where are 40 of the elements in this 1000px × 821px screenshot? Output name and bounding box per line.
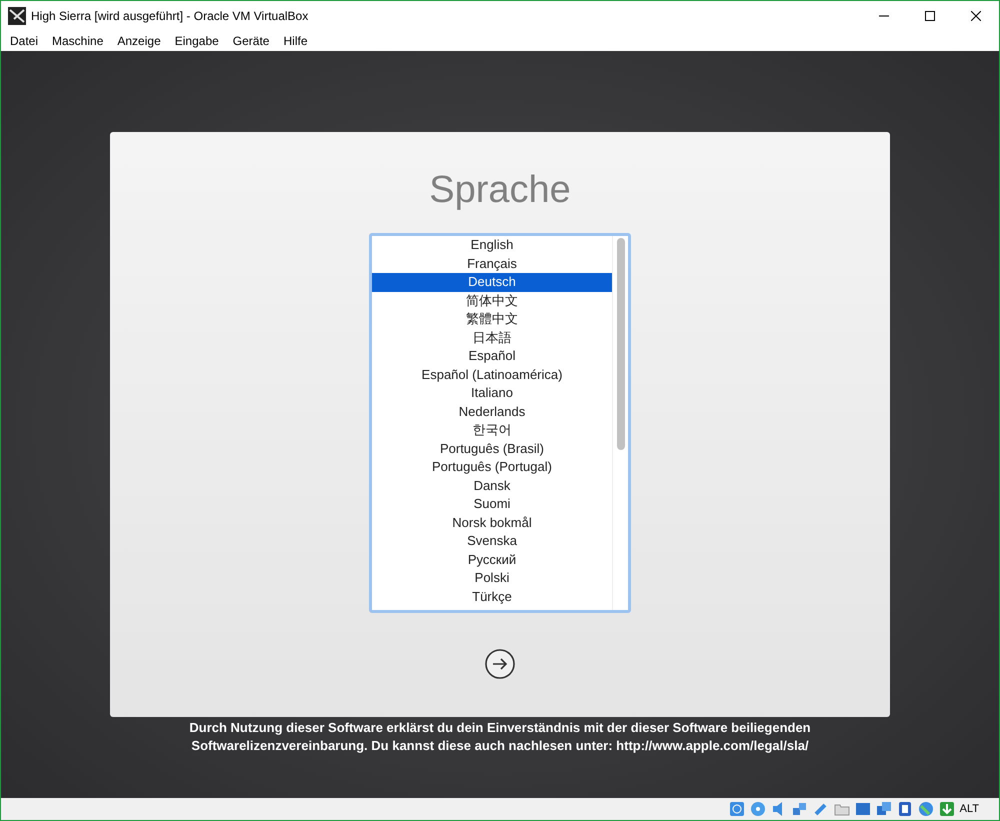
language-option[interactable]: Türkçe	[372, 588, 612, 606]
language-option[interactable]: Dansk	[372, 476, 612, 495]
app-icon	[8, 6, 26, 24]
menu-item[interactable]: Hilfe	[276, 32, 314, 50]
license-notice: Softwarelizenzvereinbarung. Du kannst diese auch nachlesen unter: http://www.apple.com/legal/sla/	[191, 737, 809, 755]
language-option[interactable]: Deutsch	[372, 273, 612, 292]
menu-item[interactable]: Maschine	[45, 32, 110, 50]
language-option[interactable]: 简体中文	[372, 292, 612, 310]
host-key-label: ALT	[960, 802, 979, 817]
language-option[interactable]: Nederlands	[372, 402, 612, 421]
license-notice: Durch Nutzung dieser Software erklärst du dein Einverständnis mit der dieser Software beiliegenden	[189, 719, 811, 737]
language-option[interactable]: 한국어	[372, 421, 612, 440]
menu-item[interactable]: Anzeige	[110, 32, 168, 50]
close-icon	[971, 10, 981, 20]
language-option[interactable]: Русский	[372, 550, 612, 569]
language-option[interactable]: Svenska	[372, 532, 612, 550]
panel-title: Sprache	[429, 168, 571, 212]
window-title: High Sierra [wird ausgeführt] - Oracle VM VirtualBox	[31, 8, 308, 24]
language-option[interactable]: Español (Latinoamérica)	[372, 366, 612, 384]
download-icon[interactable]	[938, 801, 955, 817]
language-list[interactable]: English Français Deutsch 简体中文 繁體中文 日本語 Español Español (Latinoamérica) Italiano Nederlands 한국어 Português (Brasil) Português (Portugal) Dansk Suomi Norsk bokmål Svenska Русский Polski Türkçe	[369, 233, 631, 613]
arrow-right-icon	[484, 648, 516, 680]
language-option[interactable]: Português (Brasil)	[372, 440, 612, 458]
language-option[interactable]: 繁體中文	[372, 310, 612, 328]
scrollbar-thumb[interactable]	[616, 238, 624, 450]
language-option[interactable]: Norsk bokmål	[372, 514, 612, 532]
menu-item[interactable]: Geräte	[226, 32, 276, 50]
language-option[interactable]: Suomi	[372, 495, 612, 514]
optical-disc-icon[interactable]	[750, 801, 766, 817]
continue-button[interactable]	[484, 648, 516, 680]
language-option[interactable]: Français	[372, 254, 612, 273]
menu-item[interactable]: Datei	[3, 32, 46, 50]
language-option[interactable]: Português (Portugal)	[372, 458, 612, 476]
language-option[interactable]: Español	[372, 347, 612, 366]
language-option[interactable]: 日本語	[372, 328, 612, 347]
language-option[interactable]: Polski	[372, 569, 612, 588]
language-option[interactable]: Italiano	[372, 384, 612, 402]
language-option[interactable]: English	[372, 236, 612, 254]
maximize-icon	[925, 10, 935, 20]
menu-item[interactable]: Eingabe	[168, 32, 226, 50]
